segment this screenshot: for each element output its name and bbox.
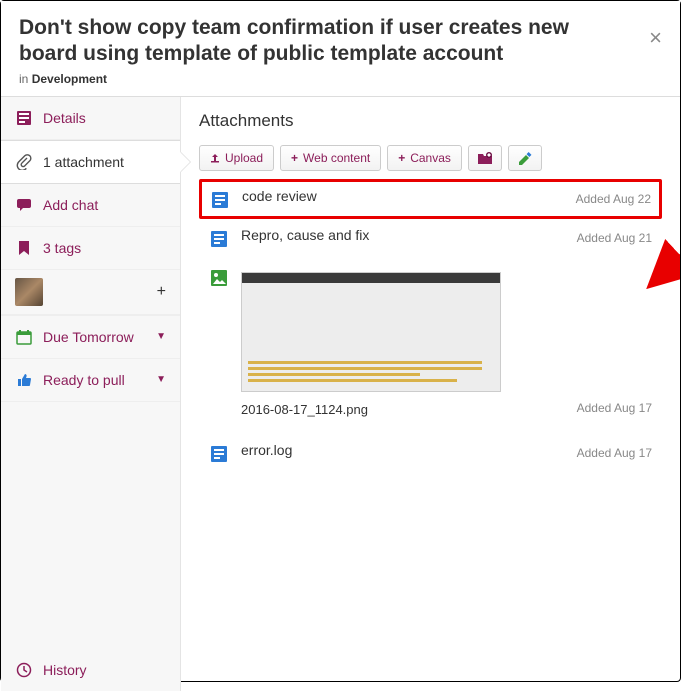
sidebar: Details 1 attachment Add chat 3 tags + D… bbox=[1, 97, 181, 691]
attachment-name: Repro, cause and fix bbox=[241, 227, 565, 243]
document-icon bbox=[210, 190, 230, 210]
image-icon bbox=[209, 268, 229, 288]
attachment-date: Added Aug 22 bbox=[576, 192, 651, 206]
sidebar-item-attachments[interactable]: 1 attachment bbox=[1, 140, 180, 184]
web-content-button[interactable]: + Web content bbox=[280, 145, 381, 171]
sidebar-item-tags[interactable]: 3 tags bbox=[1, 227, 180, 270]
sidebar-item-label: Due Tomorrow bbox=[43, 329, 134, 345]
avatar bbox=[15, 278, 43, 306]
attachment-date: Added Aug 21 bbox=[577, 231, 652, 245]
plus-icon: + bbox=[291, 151, 298, 165]
calendar-icon bbox=[15, 328, 33, 346]
sidebar-item-due[interactable]: Due Tomorrow ▼ bbox=[1, 315, 180, 359]
card-title: Don't show copy team confirmation if use… bbox=[19, 15, 662, 68]
attachments-toolbar: Upload + Web content + Canvas bbox=[199, 145, 662, 171]
attachment-row[interactable]: Repro, cause and fix Added Aug 21 bbox=[199, 219, 662, 258]
breadcrumb-location[interactable]: Development bbox=[32, 72, 107, 86]
edit-button[interactable] bbox=[508, 145, 542, 171]
image-thumbnail[interactable] bbox=[241, 272, 501, 392]
upload-button[interactable]: Upload bbox=[199, 145, 274, 171]
attachment-name: code review bbox=[242, 188, 564, 204]
sidebar-item-label: Details bbox=[43, 110, 86, 126]
main-panel: Attachments Upload + Web content + Canva… bbox=[181, 97, 680, 691]
attachment-name: error.log bbox=[241, 442, 565, 458]
panel-heading: Attachments bbox=[199, 111, 662, 131]
attachment-date: Added Aug 17 bbox=[577, 401, 652, 425]
sidebar-item-history[interactable]: History bbox=[1, 649, 180, 691]
sidebar-item-label: 3 tags bbox=[43, 240, 81, 256]
attachment-row-image[interactable]: 2016-08-17_1124.png Added Aug 17 bbox=[199, 258, 662, 434]
close-icon[interactable]: × bbox=[649, 27, 662, 49]
attachment-name: 2016-08-17_1124.png bbox=[241, 398, 565, 425]
attachment-row[interactable]: error.log Added Aug 17 bbox=[199, 434, 662, 473]
upload-icon bbox=[210, 153, 220, 163]
pencil-icon bbox=[517, 151, 533, 165]
document-icon bbox=[209, 444, 229, 464]
attachment-date: Added Aug 17 bbox=[577, 446, 652, 460]
card-header: Don't show copy team confirmation if use… bbox=[1, 1, 680, 97]
canvas-button[interactable]: + Canvas bbox=[387, 145, 462, 171]
folder-icon bbox=[477, 151, 493, 165]
bookmark-icon bbox=[15, 239, 33, 257]
add-assignee-icon[interactable]: + bbox=[157, 283, 166, 301]
sidebar-item-chat[interactable]: Add chat bbox=[1, 184, 180, 227]
attachment-icon bbox=[15, 153, 33, 171]
chat-icon bbox=[15, 196, 33, 214]
history-icon bbox=[15, 661, 33, 679]
plus-icon: + bbox=[398, 151, 405, 165]
caret-down-icon: ▼ bbox=[156, 374, 166, 385]
sidebar-item-label: History bbox=[43, 662, 87, 678]
sidebar-item-label: 1 attachment bbox=[43, 154, 124, 170]
sidebar-item-label: Add chat bbox=[43, 197, 98, 213]
thumbs-up-icon bbox=[15, 371, 33, 389]
sidebar-item-label: Ready to pull bbox=[43, 372, 125, 388]
sidebar-item-details[interactable]: Details bbox=[1, 97, 180, 140]
attachment-row-highlighted[interactable]: code review Added Aug 22 bbox=[199, 179, 662, 219]
sidebar-item-assignee[interactable]: + bbox=[1, 270, 180, 315]
sidebar-item-status[interactable]: Ready to pull ▼ bbox=[1, 359, 180, 402]
document-icon bbox=[209, 229, 229, 249]
details-icon bbox=[15, 109, 33, 127]
folder-button[interactable] bbox=[468, 145, 502, 171]
breadcrumb: in Development bbox=[19, 72, 662, 86]
caret-down-icon: ▼ bbox=[156, 331, 166, 342]
